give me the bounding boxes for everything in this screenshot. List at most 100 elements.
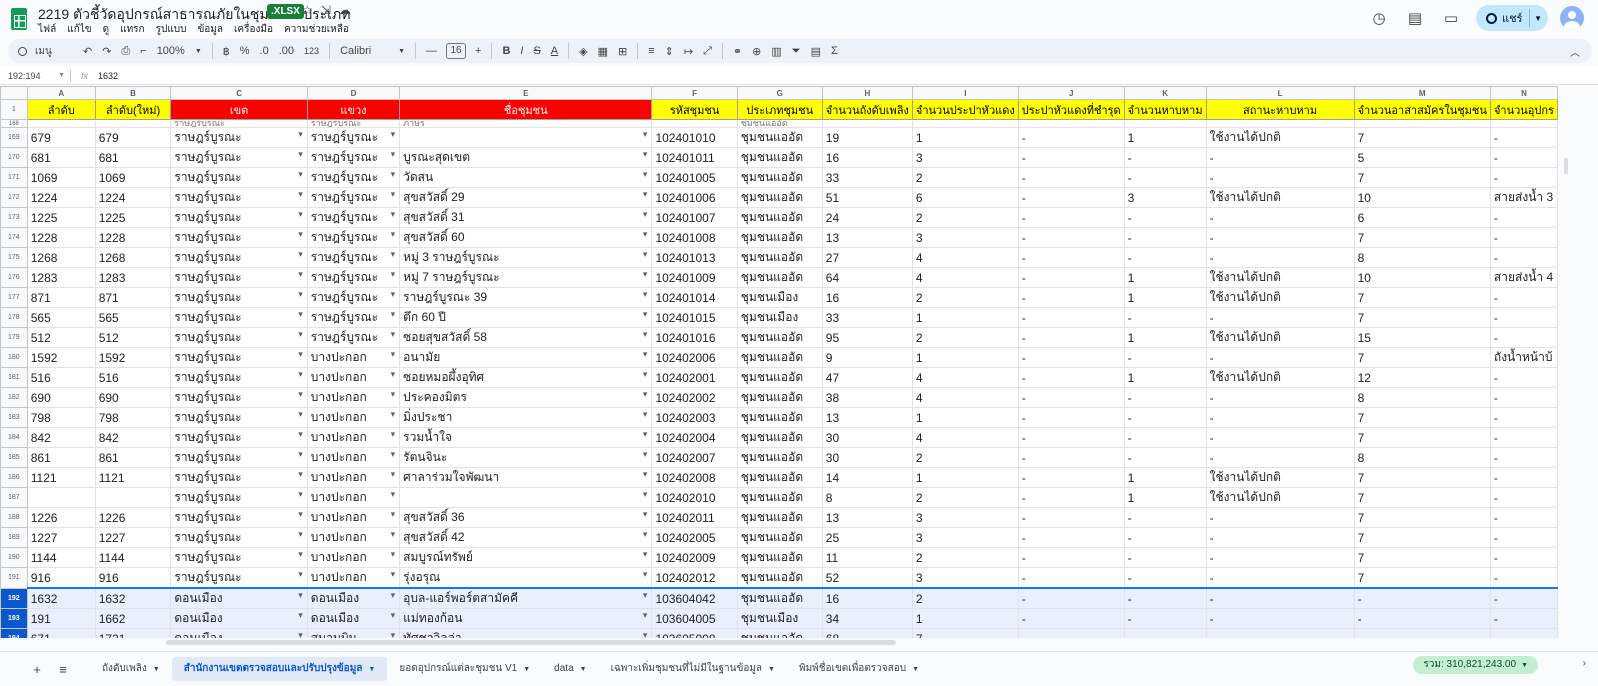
column-header[interactable]: H xyxy=(821,86,913,100)
grid-cell[interactable]: 4 xyxy=(911,267,1019,288)
grid-cell[interactable]: - xyxy=(1205,427,1355,448)
star-icon[interactable]: ☆ xyxy=(302,3,313,17)
grid-cell[interactable]: ราษฎร์บูรณะ xyxy=(306,207,401,228)
grid-cell[interactable]: - xyxy=(1123,207,1207,228)
grid-cell[interactable]: ราษฎร์บูรณะ xyxy=(170,407,308,428)
grid-cell[interactable]: - xyxy=(1017,327,1125,348)
grid-cell[interactable]: 102402011 xyxy=(651,507,738,528)
grid-cell[interactable]: 1227 xyxy=(94,527,172,548)
grid-cell[interactable]: แม่ทองก้อน xyxy=(399,608,653,629)
grid-cell[interactable]: อุบล-แอร์พอร์ตสามัคคี xyxy=(399,587,653,609)
grid-cell[interactable]: - xyxy=(1205,407,1355,428)
grid-cell[interactable]: - xyxy=(1017,527,1125,548)
print-icon[interactable]: ⎙ xyxy=(121,45,130,58)
grid-cell[interactable]: 2 xyxy=(911,327,1019,348)
grid-cell[interactable]: ราษฎร์บูรณะ xyxy=(306,147,401,168)
grid-cell[interactable]: ชุมชนแออัด xyxy=(736,147,823,168)
grid-cell[interactable]: 95 xyxy=(821,327,913,348)
increase-font-size-button[interactable]: + xyxy=(475,45,481,57)
grid-cell[interactable]: 102402009 xyxy=(651,547,738,568)
grid-cell[interactable] xyxy=(1353,119,1491,128)
grid-cell[interactable]: 798 xyxy=(26,407,96,428)
grid-cell[interactable]: 1121 xyxy=(94,467,172,488)
grid-cell[interactable]: 516 xyxy=(94,367,172,388)
grid-cell[interactable]: 7 xyxy=(1353,307,1491,328)
insert-link-icon[interactable]: ⚭ xyxy=(733,45,742,58)
grid-cell[interactable]: - xyxy=(1205,527,1355,548)
grid-cell[interactable]: หมู่ 3 ราษฎร์บูรณะ xyxy=(399,247,653,268)
chevron-down-icon[interactable]: ▼ xyxy=(768,666,775,673)
menu-item[interactable]: ข้อมูล xyxy=(197,22,223,37)
row-number[interactable]: 186 xyxy=(0,467,28,488)
grid-cell[interactable]: ชุมชนแออัด xyxy=(736,327,823,348)
grid-cell[interactable]: - xyxy=(1489,327,1558,348)
grid-cell[interactable]: 2 xyxy=(911,207,1019,228)
grid-cell[interactable]: 1592 xyxy=(26,347,96,368)
grid-cell[interactable]: บางปะกอก xyxy=(306,467,401,488)
grid-cell[interactable]: 1 xyxy=(911,608,1019,629)
grid-cell[interactable]: 1224 xyxy=(26,187,96,208)
grid-cell[interactable]: 7 xyxy=(1353,507,1491,528)
grid-cell[interactable]: ชุมชนแออัด xyxy=(736,227,823,248)
grid-cell[interactable]: 1228 xyxy=(26,227,96,248)
grid-cell[interactable]: ดอนเมือง xyxy=(306,587,401,609)
insert-comment-icon[interactable]: ⊕ xyxy=(752,45,761,58)
account-avatar[interactable] xyxy=(1560,6,1584,30)
grid-cell[interactable] xyxy=(26,487,96,508)
redo-icon[interactable]: ↷ xyxy=(102,45,111,58)
grid-cell[interactable]: 861 xyxy=(94,447,172,468)
row-number[interactable]: 193 xyxy=(0,608,28,629)
grid-cell[interactable]: 16 xyxy=(821,587,913,609)
grid-cell[interactable]: 102402008 xyxy=(651,467,738,488)
grid-cell[interactable] xyxy=(1123,119,1207,128)
grid-cell[interactable]: ราษฎร์บูรณะ xyxy=(170,467,308,488)
grid-cell[interactable]: 27 xyxy=(821,247,913,268)
filter-icon[interactable]: ⏷ xyxy=(792,45,801,58)
grid-cell[interactable]: รวมน้ำใจ xyxy=(399,427,653,448)
grid-cell[interactable]: ชุมชนแออัด xyxy=(736,467,823,488)
grid-cell[interactable]: - xyxy=(1017,487,1125,508)
row-number[interactable]: 181 xyxy=(0,367,28,388)
grid-cell[interactable]: ราษฎร์บูรณะ xyxy=(306,307,401,328)
grid-cell[interactable]: 916 xyxy=(26,567,96,589)
grid-cell[interactable] xyxy=(651,119,738,128)
grid-cell[interactable]: 3 xyxy=(1123,187,1207,208)
grid-cell[interactable]: ราษฎร์บูรณะ xyxy=(170,427,308,448)
grid-cell[interactable]: ราษฎร์บูรณะ xyxy=(170,119,308,128)
grid-cell[interactable]: 51 xyxy=(821,187,913,208)
grid-cell[interactable]: 1632 xyxy=(26,587,96,609)
grid-cell[interactable]: สมบูรณ์ทรัพย์ xyxy=(399,547,653,568)
horizontal-scrollbar[interactable] xyxy=(166,640,896,645)
grid-cell[interactable]: 8 xyxy=(1353,247,1491,268)
grid-cell[interactable]: 1 xyxy=(1123,127,1207,148)
grid-cell[interactable]: ราษฎร์บูรณะ xyxy=(170,227,308,248)
number-format-button[interactable]: 123 xyxy=(304,46,319,56)
grid-cell[interactable]: - xyxy=(1489,628,1558,638)
grid-cell[interactable]: 103605008 xyxy=(651,628,738,638)
grid-cell[interactable]: 2 xyxy=(911,287,1019,308)
grid-cell[interactable]: 11 xyxy=(821,547,913,568)
grid-cell[interactable]: ชุมชนแออัด xyxy=(736,507,823,528)
grid-cell[interactable]: รัตนจินะ xyxy=(399,447,653,468)
grid-cell[interactable]: 8 xyxy=(821,487,913,508)
grid-cell[interactable]: 1268 xyxy=(26,247,96,268)
comment-icon[interactable]: ▤ xyxy=(1404,7,1426,29)
grid-cell[interactable]: บางปะกอก xyxy=(306,547,401,568)
grid-cell[interactable]: 1225 xyxy=(94,207,172,228)
grid-cell[interactable]: - xyxy=(1123,608,1207,629)
grid-cell[interactable]: 1592 xyxy=(94,347,172,368)
grid-cell[interactable]: ซอยหมอผึ้งอุทิศ xyxy=(399,367,653,388)
increase-decimal-button[interactable]: .00 xyxy=(279,45,294,57)
grid-cell[interactable]: 7 xyxy=(1353,467,1491,488)
vertical-align-icon[interactable]: ⇕ xyxy=(665,45,674,58)
grid-cell[interactable]: 4 xyxy=(911,247,1019,268)
grid-cell[interactable]: บางปะกอก xyxy=(306,367,401,388)
grid-cell[interactable]: - xyxy=(1489,467,1558,488)
grid-cell[interactable]: 1069 xyxy=(94,167,172,188)
grid-cell[interactable]: 1 xyxy=(1123,267,1207,288)
row-number[interactable]: 188 xyxy=(0,507,28,528)
grid-cell[interactable]: 102402007 xyxy=(651,447,738,468)
filter-views-icon[interactable]: ▤ xyxy=(811,45,821,58)
grid-cell[interactable]: ราษฎร์บูรณะ xyxy=(170,127,308,148)
grid-cell[interactable]: สุขสวัสดิ์ 29 xyxy=(399,187,653,208)
